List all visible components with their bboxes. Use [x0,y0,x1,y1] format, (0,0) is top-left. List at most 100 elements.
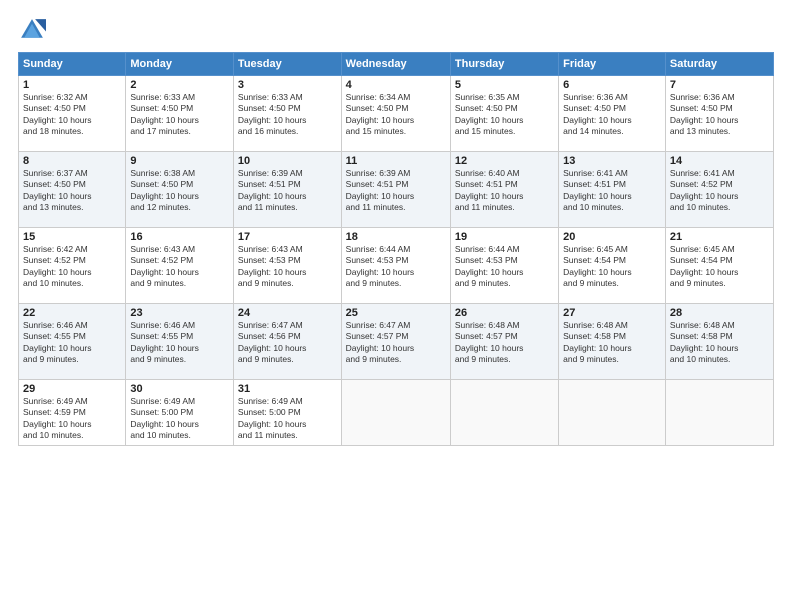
day-info: Sunrise: 6:36 AM Sunset: 4:50 PM Dayligh… [670,92,769,138]
day-info: Sunrise: 6:49 AM Sunset: 5:00 PM Dayligh… [130,396,229,442]
day-number: 4 [346,79,446,91]
day-number: 16 [130,231,229,243]
day-info: Sunrise: 6:44 AM Sunset: 4:53 PM Dayligh… [455,244,554,290]
calendar-cell: 28Sunrise: 6:48 AM Sunset: 4:58 PM Dayli… [665,304,773,380]
day-number: 19 [455,231,554,243]
day-info: Sunrise: 6:33 AM Sunset: 4:50 PM Dayligh… [130,92,229,138]
calendar-cell: 3Sunrise: 6:33 AM Sunset: 4:50 PM Daylig… [233,76,341,152]
logo [18,16,50,44]
day-number: 6 [563,79,661,91]
day-number: 28 [670,307,769,319]
calendar-header-saturday: Saturday [665,53,773,76]
day-number: 2 [130,79,229,91]
calendar-cell: 11Sunrise: 6:39 AM Sunset: 4:51 PM Dayli… [341,152,450,228]
day-info: Sunrise: 6:41 AM Sunset: 4:51 PM Dayligh… [563,168,661,214]
day-number: 17 [238,231,337,243]
calendar-cell: 27Sunrise: 6:48 AM Sunset: 4:58 PM Dayli… [559,304,666,380]
calendar-cell [341,380,450,446]
day-number: 27 [563,307,661,319]
day-info: Sunrise: 6:46 AM Sunset: 4:55 PM Dayligh… [23,320,121,366]
calendar-cell: 13Sunrise: 6:41 AM Sunset: 4:51 PM Dayli… [559,152,666,228]
logo-icon [18,16,46,44]
calendar-header-monday: Monday [126,53,234,76]
calendar-cell: 24Sunrise: 6:47 AM Sunset: 4:56 PM Dayli… [233,304,341,380]
calendar-header-tuesday: Tuesday [233,53,341,76]
calendar-cell: 8Sunrise: 6:37 AM Sunset: 4:50 PM Daylig… [19,152,126,228]
day-info: Sunrise: 6:35 AM Sunset: 4:50 PM Dayligh… [455,92,554,138]
calendar-cell: 4Sunrise: 6:34 AM Sunset: 4:50 PM Daylig… [341,76,450,152]
day-number: 26 [455,307,554,319]
calendar-header-thursday: Thursday [450,53,558,76]
day-number: 14 [670,155,769,167]
day-info: Sunrise: 6:39 AM Sunset: 4:51 PM Dayligh… [346,168,446,214]
day-info: Sunrise: 6:49 AM Sunset: 5:00 PM Dayligh… [238,396,337,442]
day-number: 21 [670,231,769,243]
calendar-cell: 5Sunrise: 6:35 AM Sunset: 4:50 PM Daylig… [450,76,558,152]
calendar-cell: 17Sunrise: 6:43 AM Sunset: 4:53 PM Dayli… [233,228,341,304]
calendar-cell: 25Sunrise: 6:47 AM Sunset: 4:57 PM Dayli… [341,304,450,380]
day-info: Sunrise: 6:48 AM Sunset: 4:58 PM Dayligh… [563,320,661,366]
calendar-week-row: 15Sunrise: 6:42 AM Sunset: 4:52 PM Dayli… [19,228,774,304]
calendar-cell: 9Sunrise: 6:38 AM Sunset: 4:50 PM Daylig… [126,152,234,228]
calendar-cell: 30Sunrise: 6:49 AM Sunset: 5:00 PM Dayli… [126,380,234,446]
day-info: Sunrise: 6:47 AM Sunset: 4:56 PM Dayligh… [238,320,337,366]
calendar-week-row: 22Sunrise: 6:46 AM Sunset: 4:55 PM Dayli… [19,304,774,380]
day-info: Sunrise: 6:48 AM Sunset: 4:57 PM Dayligh… [455,320,554,366]
day-info: Sunrise: 6:43 AM Sunset: 4:53 PM Dayligh… [238,244,337,290]
calendar-cell: 6Sunrise: 6:36 AM Sunset: 4:50 PM Daylig… [559,76,666,152]
day-number: 11 [346,155,446,167]
calendar-cell [665,380,773,446]
day-number: 15 [23,231,121,243]
calendar-header-wednesday: Wednesday [341,53,450,76]
calendar-cell: 23Sunrise: 6:46 AM Sunset: 4:55 PM Dayli… [126,304,234,380]
calendar-cell: 19Sunrise: 6:44 AM Sunset: 4:53 PM Dayli… [450,228,558,304]
calendar-cell: 31Sunrise: 6:49 AM Sunset: 5:00 PM Dayli… [233,380,341,446]
calendar-cell: 7Sunrise: 6:36 AM Sunset: 4:50 PM Daylig… [665,76,773,152]
calendar: SundayMondayTuesdayWednesdayThursdayFrid… [18,52,774,446]
calendar-cell: 16Sunrise: 6:43 AM Sunset: 4:52 PM Dayli… [126,228,234,304]
calendar-header-row: SundayMondayTuesdayWednesdayThursdayFrid… [19,53,774,76]
day-number: 30 [130,383,229,395]
day-number: 31 [238,383,337,395]
calendar-header-friday: Friday [559,53,666,76]
day-number: 5 [455,79,554,91]
day-number: 22 [23,307,121,319]
calendar-cell: 20Sunrise: 6:45 AM Sunset: 4:54 PM Dayli… [559,228,666,304]
day-number: 9 [130,155,229,167]
calendar-cell: 29Sunrise: 6:49 AM Sunset: 4:59 PM Dayli… [19,380,126,446]
day-number: 24 [238,307,337,319]
calendar-cell: 14Sunrise: 6:41 AM Sunset: 4:52 PM Dayli… [665,152,773,228]
calendar-cell: 22Sunrise: 6:46 AM Sunset: 4:55 PM Dayli… [19,304,126,380]
calendar-cell: 12Sunrise: 6:40 AM Sunset: 4:51 PM Dayli… [450,152,558,228]
day-number: 10 [238,155,337,167]
calendar-cell: 21Sunrise: 6:45 AM Sunset: 4:54 PM Dayli… [665,228,773,304]
day-info: Sunrise: 6:34 AM Sunset: 4:50 PM Dayligh… [346,92,446,138]
day-info: Sunrise: 6:36 AM Sunset: 4:50 PM Dayligh… [563,92,661,138]
header [18,16,774,44]
day-number: 3 [238,79,337,91]
calendar-cell: 10Sunrise: 6:39 AM Sunset: 4:51 PM Dayli… [233,152,341,228]
day-info: Sunrise: 6:48 AM Sunset: 4:58 PM Dayligh… [670,320,769,366]
day-number: 8 [23,155,121,167]
day-number: 7 [670,79,769,91]
day-info: Sunrise: 6:32 AM Sunset: 4:50 PM Dayligh… [23,92,121,138]
day-info: Sunrise: 6:38 AM Sunset: 4:50 PM Dayligh… [130,168,229,214]
day-info: Sunrise: 6:39 AM Sunset: 4:51 PM Dayligh… [238,168,337,214]
day-number: 25 [346,307,446,319]
day-number: 13 [563,155,661,167]
day-number: 29 [23,383,121,395]
calendar-cell: 15Sunrise: 6:42 AM Sunset: 4:52 PM Dayli… [19,228,126,304]
day-info: Sunrise: 6:44 AM Sunset: 4:53 PM Dayligh… [346,244,446,290]
day-number: 20 [563,231,661,243]
day-number: 12 [455,155,554,167]
calendar-cell: 26Sunrise: 6:48 AM Sunset: 4:57 PM Dayli… [450,304,558,380]
calendar-cell [450,380,558,446]
calendar-cell: 18Sunrise: 6:44 AM Sunset: 4:53 PM Dayli… [341,228,450,304]
calendar-cell [559,380,666,446]
day-info: Sunrise: 6:45 AM Sunset: 4:54 PM Dayligh… [670,244,769,290]
day-info: Sunrise: 6:33 AM Sunset: 4:50 PM Dayligh… [238,92,337,138]
calendar-week-row: 29Sunrise: 6:49 AM Sunset: 4:59 PM Dayli… [19,380,774,446]
day-info: Sunrise: 6:49 AM Sunset: 4:59 PM Dayligh… [23,396,121,442]
day-number: 1 [23,79,121,91]
day-info: Sunrise: 6:37 AM Sunset: 4:50 PM Dayligh… [23,168,121,214]
